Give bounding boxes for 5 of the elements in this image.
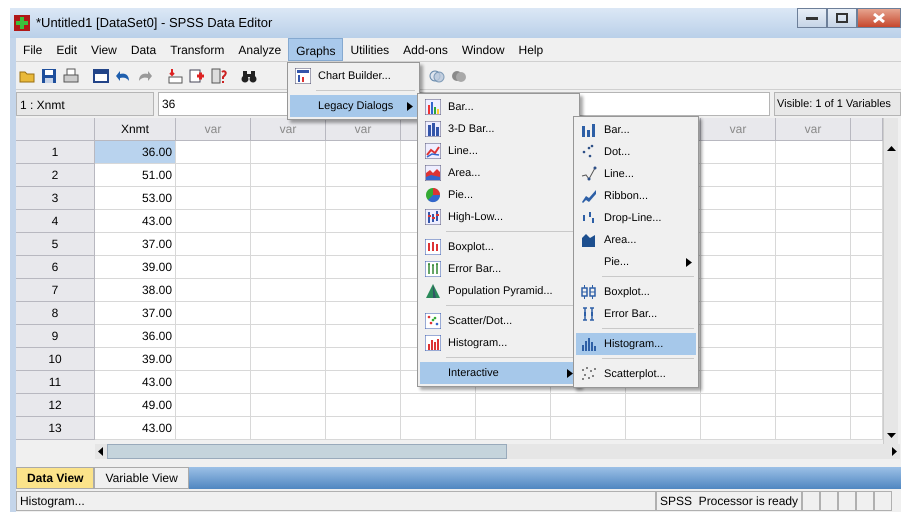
cell-name: 1 : Xnmt — [16, 92, 154, 116]
visible-variables-info: Visible: 1 of 1 Variables — [774, 92, 901, 116]
status-message: Histogram... — [16, 491, 656, 511]
processor-status: SPSS Processor is ready — [656, 491, 802, 511]
window-title: *Untitled1 [DataSet0] - SPSS Data Editor — [36, 14, 272, 32]
